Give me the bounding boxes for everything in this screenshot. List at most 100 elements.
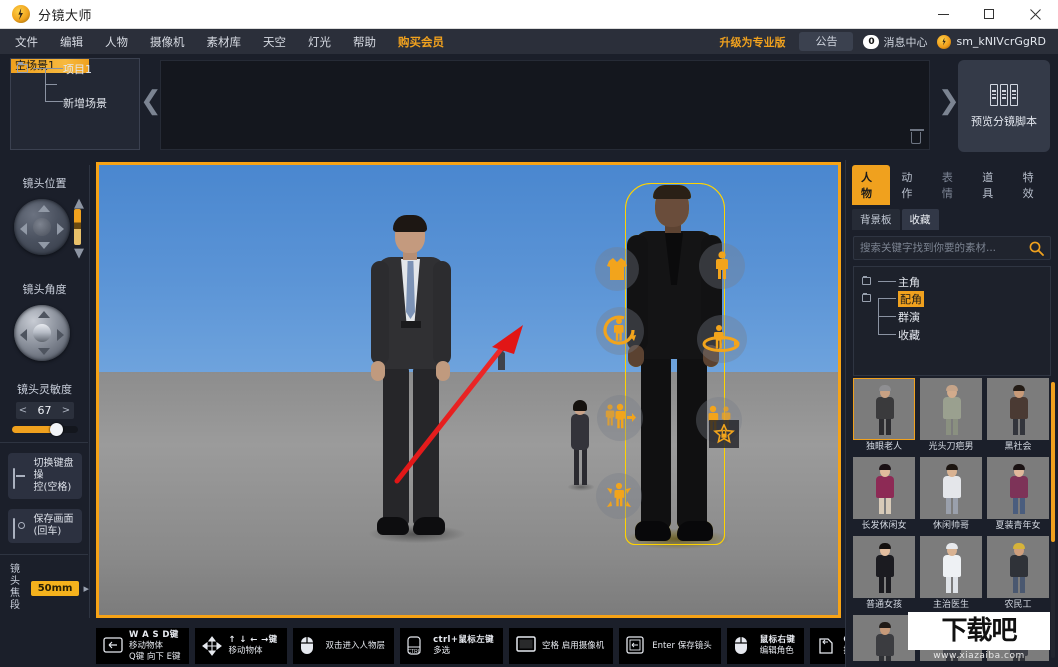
asset-thumbnail[interactable] — [920, 378, 982, 440]
close-button[interactable] — [1012, 0, 1058, 29]
asset-item[interactable] — [987, 615, 1049, 661]
dpad-right[interactable] — [57, 223, 64, 235]
triangle-right-icon[interactable]: ▸ — [83, 582, 89, 595]
camera-height-slider[interactable] — [74, 209, 81, 245]
tab-props[interactable]: 道具 — [973, 165, 1011, 205]
asset-item[interactable]: 农民工 — [987, 536, 1049, 611]
toggle-keyboard-control-button[interactable]: 切换键盘操 控(空格) — [7, 453, 82, 499]
message-center-button[interactable]: 0 消息中心 — [857, 34, 933, 50]
gizmo-character[interactable] — [699, 243, 745, 289]
dpad-up[interactable] — [38, 205, 50, 212]
dpad-down[interactable] — [38, 242, 50, 249]
category-checkbox-supporting[interactable] — [862, 293, 871, 302]
asset-thumbnail[interactable] — [920, 536, 982, 598]
asset-thumbnail[interactable] — [920, 615, 982, 661]
camera-angle-control[interactable] — [0, 303, 90, 373]
angle-up[interactable] — [38, 311, 50, 318]
asset-item[interactable]: 夏装青年女 — [987, 457, 1049, 532]
subtab-favorites[interactable]: 收藏 — [901, 209, 939, 230]
category-favorites[interactable]: 收藏 — [898, 327, 920, 343]
save-frame-button[interactable]: 保存画面 (回车) — [7, 509, 82, 543]
menu-item-file[interactable]: 文件 — [4, 29, 49, 54]
chevron-left-icon[interactable]: ❮ — [140, 88, 162, 114]
asset-thumbnail[interactable] — [987, 615, 1049, 661]
category-protagonist[interactable]: 主角 — [898, 274, 920, 290]
asset-item[interactable]: 黑社会 — [987, 378, 1049, 453]
gizmo-rotate-left[interactable] — [596, 307, 644, 355]
shot-strip[interactable] — [160, 60, 930, 150]
focal-length-value[interactable]: 50mm — [30, 580, 80, 596]
menu-item-buy-membership[interactable]: 购买会员 — [387, 29, 455, 54]
asset-item[interactable] — [920, 615, 982, 661]
asset-search[interactable] — [853, 236, 1051, 260]
maximize-button[interactable] — [966, 0, 1012, 29]
category-extras[interactable]: 群演 — [898, 309, 920, 325]
angle-right[interactable] — [57, 329, 64, 341]
menu-item-lighting[interactable]: 灯光 — [297, 29, 342, 54]
menu-item-character[interactable]: 人物 — [94, 29, 139, 54]
minimize-button[interactable] — [920, 0, 966, 29]
tab-expression[interactable]: 表情 — [933, 165, 971, 205]
gizmo-duplicate-left[interactable] — [597, 395, 643, 441]
menu-item-asset-library[interactable]: 素材库 — [196, 29, 253, 54]
character-suit-man[interactable] — [351, 215, 471, 565]
dpad-icon[interactable] — [14, 305, 70, 361]
asset-scrollbar-thumb[interactable] — [1051, 382, 1055, 542]
sensitivity-stepper[interactable]: < 67 > — [15, 402, 74, 419]
preview-storyboard-button[interactable]: 预览分镜脚本 — [958, 60, 1050, 152]
asset-thumbnail[interactable] — [853, 615, 915, 661]
tree-node-project[interactable]: 项目1 — [63, 61, 92, 77]
asset-thumbnail[interactable] — [987, 457, 1049, 519]
sensitivity-decrease[interactable]: < — [16, 405, 31, 416]
tab-action[interactable]: 动作 — [892, 165, 930, 205]
chevron-right-icon[interactable]: ❯ — [938, 88, 960, 114]
sensitivity-slider-knob[interactable] — [49, 423, 63, 436]
notice-button[interactable]: 公告 — [799, 32, 854, 51]
dpad-icon[interactable] — [14, 199, 70, 255]
asset-thumbnail[interactable] — [987, 536, 1049, 598]
tab-effects[interactable]: 特效 — [1014, 165, 1052, 205]
asset-item[interactable]: 休闲帅哥 — [920, 457, 982, 532]
search-input[interactable] — [860, 242, 1029, 254]
category-checkbox-protagonist[interactable] — [862, 276, 871, 285]
asset-thumbnail[interactable] — [853, 378, 915, 440]
asset-item[interactable]: 长发休闲女 — [853, 457, 915, 532]
asset-item[interactable]: 独眼老人 — [853, 378, 915, 453]
angle-center[interactable] — [33, 324, 51, 342]
sensitivity-increase[interactable]: > — [59, 405, 74, 416]
menu-item-edit[interactable]: 编辑 — [49, 29, 94, 54]
category-supporting[interactable]: 配角 — [898, 291, 924, 307]
asset-thumbnail[interactable] — [853, 457, 915, 519]
asset-thumbnail[interactable] — [853, 536, 915, 598]
asset-item[interactable]: 普通女孩 — [853, 536, 915, 611]
menu-item-help[interactable]: 帮助 — [342, 29, 387, 54]
asset-item[interactable]: 主治医生 — [920, 536, 982, 611]
sensitivity-slider[interactable] — [11, 423, 78, 436]
menu-item-sky[interactable]: 天空 — [252, 29, 297, 54]
asset-scrollbar[interactable] — [1051, 382, 1055, 658]
asset-item[interactable] — [853, 615, 915, 661]
menu-item-camera[interactable]: 摄像机 — [139, 29, 196, 54]
asset-item[interactable]: 光头刀疤男 — [920, 378, 982, 453]
gizmo-clothes[interactable] — [595, 247, 639, 291]
dpad-left[interactable] — [20, 223, 27, 235]
asset-thumbnail[interactable] — [920, 457, 982, 519]
trash-icon[interactable] — [910, 129, 924, 144]
asset-thumbnail[interactable] — [987, 378, 1049, 440]
gizmo-rotate-orbit[interactable] — [697, 315, 747, 363]
gizmo-lock[interactable] — [709, 420, 739, 448]
chevron-down-icon[interactable]: ▼ — [74, 247, 84, 260]
user-account[interactable]: sm_kNIVcrGgRD — [937, 34, 1050, 49]
angle-left[interactable] — [20, 329, 27, 341]
viewport-3d[interactable] — [99, 165, 838, 615]
upgrade-pro-link[interactable]: 升级为专业版 — [709, 34, 795, 50]
character-background-woman[interactable] — [563, 400, 597, 491]
tab-character[interactable]: 人物 — [852, 165, 891, 205]
dpad-center[interactable] — [33, 218, 51, 236]
tree-node-add-scene[interactable]: 新增场景 — [63, 95, 107, 111]
search-icon[interactable] — [1029, 241, 1044, 256]
angle-down[interactable] — [38, 348, 50, 355]
camera-position-control[interactable]: ▲ ▼ — [0, 197, 90, 267]
gizmo-move[interactable] — [596, 473, 642, 519]
focal-length-control[interactable]: 镜头 焦段 50mm ▸ — [0, 555, 89, 612]
